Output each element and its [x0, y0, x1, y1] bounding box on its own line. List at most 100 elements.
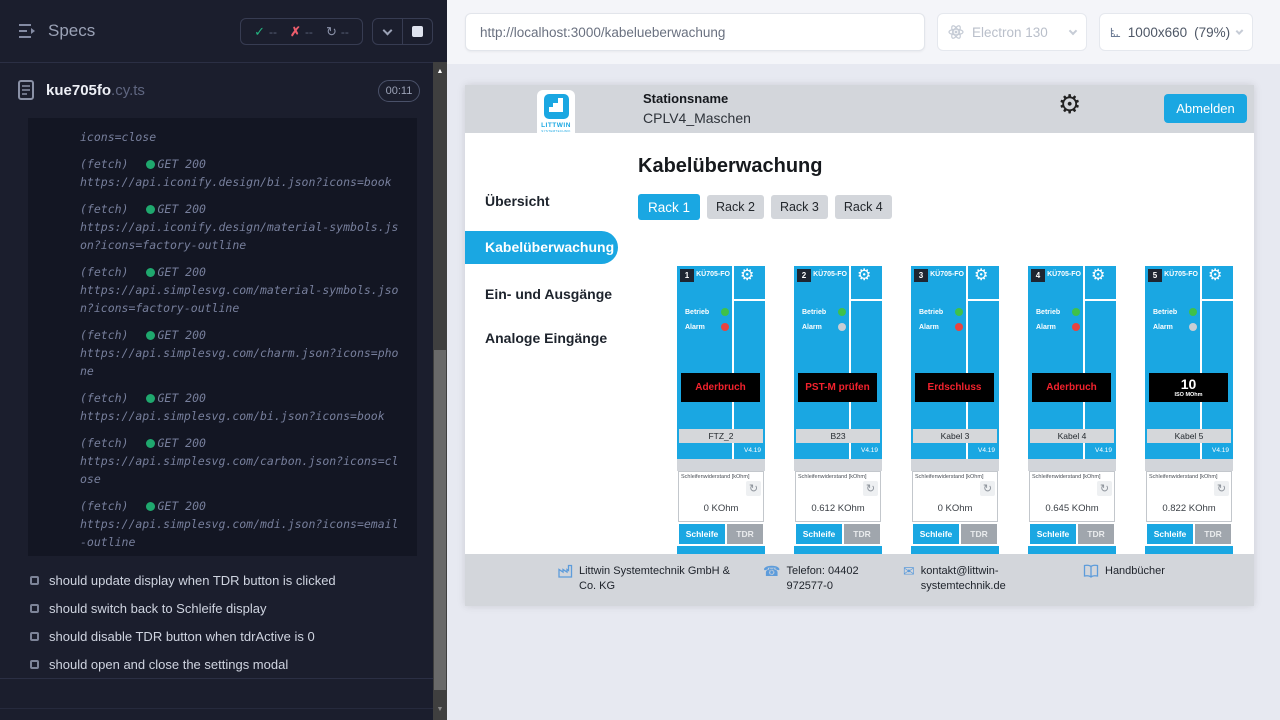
specs-menu-icon[interactable]	[18, 23, 38, 39]
tab-rack-4[interactable]: Rack 4	[835, 195, 892, 219]
tdr-button[interactable]: TDR	[844, 524, 880, 544]
status-dot-icon	[146, 331, 155, 340]
tdr-button[interactable]: TDR	[961, 524, 997, 544]
log-entry: (fetch)GET 200 https://api.simplesvg.com…	[80, 389, 403, 425]
schleife-button[interactable]: Schleife	[913, 524, 959, 544]
cable-name-plate: Kabel 5	[1147, 429, 1231, 443]
status-display: Erdschluss	[915, 373, 994, 402]
footer-phone: ☎ Telefon: 04402 972577-0	[763, 564, 888, 594]
reporter-scrollbar[interactable]: ▲ ▼	[433, 62, 447, 720]
app-sidebar: Übersicht Kabelüberwachung Ein- und Ausg…	[465, 133, 625, 554]
url-input[interactable]: http://localhost:3000/kabelueberwachung	[465, 13, 925, 51]
refresh-icon[interactable]: ↻	[980, 481, 995, 496]
betrieb-led-row: Betrieb	[685, 308, 729, 316]
schleife-button[interactable]: Schleife	[1030, 524, 1076, 544]
stat-failed: ✗ --	[290, 24, 313, 40]
betrieb-led	[955, 308, 963, 316]
viewport-select[interactable]: 1000x660 (79%)	[1099, 13, 1253, 51]
refresh-icon[interactable]: ↻	[863, 481, 878, 496]
status-dot-icon	[146, 394, 155, 403]
browser-select[interactable]: Electron 130	[937, 13, 1087, 51]
scrollbar-thumb[interactable]	[434, 350, 446, 690]
device-card-1: 1 KÜ705-FO ⚙ Betrieb Alarm Aderbruch FTZ…	[677, 266, 765, 554]
stat-passed: ✓ --	[254, 24, 277, 40]
test-item[interactable]: should switch back to Schleife display	[0, 594, 433, 622]
electron-icon	[948, 24, 964, 40]
status-dot-icon	[146, 160, 155, 169]
log-entry: (fetch)GET 200 https://api.simplesvg.com…	[80, 263, 403, 317]
card-model-label: KÜ705-FO	[694, 271, 732, 278]
firmware-version: V4.19	[966, 447, 995, 454]
firmware-version: V4.19	[1083, 447, 1112, 454]
test-item[interactable]: should disable TDR button when tdrActive…	[0, 622, 433, 650]
scroll-up-icon[interactable]: ▲	[433, 62, 447, 80]
chevron-down-icon	[383, 25, 393, 35]
schleife-button[interactable]: Schleife	[796, 524, 842, 544]
betrieb-led	[721, 308, 729, 316]
command-log: icons=close (fetch)GET 200 https://api.i…	[28, 118, 417, 556]
sidebar-item-analoge-eingaenge[interactable]: Analoge Eingänge	[465, 330, 625, 346]
tdr-button[interactable]: TDR	[1195, 524, 1231, 544]
betrieb-led-row: Betrieb	[1036, 308, 1080, 316]
measurement-value: 0 KOhm	[913, 503, 997, 514]
card-gear-icon[interactable]: ⚙	[1208, 268, 1222, 284]
card-gear-icon[interactable]: ⚙	[740, 268, 754, 284]
refresh-icon[interactable]: ↻	[746, 481, 761, 496]
collapse-button[interactable]	[373, 19, 402, 44]
device-module: 3 KÜ705-FO ⚙ Betrieb Alarm Erdschluss Ka…	[911, 266, 999, 459]
test-state-icon	[30, 604, 39, 613]
sidebar-item-ein-und-ausgaenge[interactable]: Ein- und Ausgänge	[465, 286, 625, 302]
reporter-header: Specs ✓ -- ✗ -- ↻ --	[0, 0, 433, 62]
test-item[interactable]: should update display when TDR button is…	[0, 566, 433, 594]
divider	[0, 678, 433, 679]
card-gear-icon[interactable]: ⚙	[1091, 268, 1105, 284]
betrieb-led-row: Betrieb	[919, 308, 963, 316]
test-state-icon	[30, 660, 39, 669]
firmware-version: V4.19	[732, 447, 761, 454]
measurement-value: 0.645 KOhm	[1030, 503, 1114, 514]
refresh-icon[interactable]: ↻	[1097, 481, 1112, 496]
test-state-icon	[30, 576, 39, 585]
tab-rack-1[interactable]: Rack 1	[638, 194, 700, 220]
card-gear-icon[interactable]: ⚙	[857, 268, 871, 284]
card-gear-icon[interactable]: ⚙	[974, 268, 988, 284]
ruler-icon	[1110, 25, 1121, 40]
betrieb-led-row: Betrieb	[802, 308, 846, 316]
aut-area: Stationsname CPLV4_Maschen ⚙ Abmelden LI…	[447, 64, 1280, 720]
firmware-version: V4.19	[1200, 447, 1229, 454]
status-display: 10ISO MOhm	[1149, 373, 1228, 402]
schleife-button[interactable]: Schleife	[1147, 524, 1193, 544]
tdr-button[interactable]: TDR	[1078, 524, 1114, 544]
device-module: 5 KÜ705-FO ⚙ Betrieb Alarm 10ISO MOhm Ka…	[1145, 266, 1233, 459]
scroll-down-icon[interactable]: ▼	[433, 700, 447, 718]
alarm-led-row: Alarm	[802, 323, 846, 331]
sidebar-item-uebersicht[interactable]: Übersicht	[465, 193, 625, 209]
refresh-icon[interactable]: ↻	[1214, 481, 1229, 496]
log-entry: (fetch)GET 200 https://api.simplesvg.com…	[80, 434, 403, 488]
settings-gear-icon[interactable]: ⚙	[1058, 91, 1081, 117]
sidebar-item-kabelueberwachung[interactable]: Kabelüberwachung	[465, 231, 618, 264]
footer-manuals[interactable]: Handbücher	[1083, 564, 1165, 579]
tdr-button[interactable]: TDR	[727, 524, 763, 544]
measurement-box: Schleifenwiderstand [kOhm] ↻ 0.612 KOhm	[795, 471, 881, 522]
schleife-button[interactable]: Schleife	[679, 524, 725, 544]
cable-name-plate: Kabel 4	[1030, 429, 1114, 443]
logout-button[interactable]: Abmelden	[1164, 94, 1247, 123]
run-controls	[372, 18, 433, 45]
card-model-label: KÜ705-FO	[811, 271, 849, 278]
alarm-led-row: Alarm	[1036, 323, 1080, 331]
alarm-led	[1189, 323, 1197, 331]
cable-name-plate: FTZ_2	[679, 429, 763, 443]
log-entry: (fetch)GET 200 https://api.simplesvg.com…	[80, 326, 403, 380]
tab-rack-2[interactable]: Rack 2	[707, 195, 764, 219]
tab-rack-3[interactable]: Rack 3	[771, 195, 828, 219]
card-number-badge: 5	[1148, 269, 1162, 282]
card-model-label: KÜ705-FO	[1162, 271, 1200, 278]
app-kabelueberwachung: Stationsname CPLV4_Maschen ⚙ Abmelden LI…	[465, 85, 1254, 606]
test-item[interactable]: should open and close the settings modal	[0, 650, 433, 678]
cable-name-plate: B23	[796, 429, 880, 443]
log-entry: icons=close	[80, 128, 403, 146]
stop-button[interactable]	[402, 19, 432, 44]
spec-file-row[interactable]: kue705fo.cy.ts 00:11	[0, 63, 433, 118]
stat-pending: ↻ --	[326, 24, 349, 40]
